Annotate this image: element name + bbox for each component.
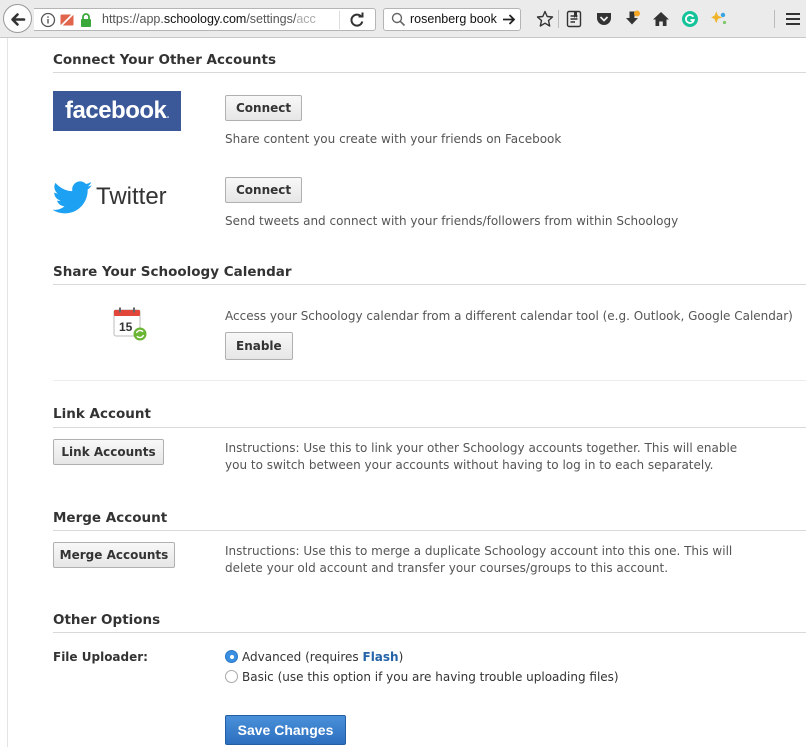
section-divider <box>53 72 806 73</box>
merge-account-title: Merge Account <box>53 510 168 526</box>
file-uploader-advanced-option[interactable]: Advanced (requires Flash) <box>225 650 403 664</box>
twitter-description: Send tweets and connect with your friend… <box>225 214 679 228</box>
blocked-plugin-icon[interactable] <box>59 12 75 28</box>
hamburger-menu-icon[interactable] <box>784 10 802 28</box>
search-go-arrow-icon[interactable] <box>502 12 516 27</box>
search-bar[interactable]: rosenberg book <box>383 8 521 31</box>
lock-icon[interactable] <box>79 12 93 28</box>
share-calendar-title: Share Your Schoology Calendar <box>53 264 292 280</box>
merge-account-instructions-line1: Instructions: Use this to merge a duplic… <box>225 544 733 558</box>
merge-account-instructions-line2: delete your old account and transfer you… <box>225 561 669 575</box>
twitter-bird-icon <box>53 181 93 214</box>
file-uploader-basic-option[interactable]: Basic (use this option if you are having… <box>225 670 619 684</box>
calendar-sync-icon: 15 <box>113 307 147 341</box>
calendar-description: Access your Schoology calendar from a di… <box>225 309 793 323</box>
search-icon <box>391 12 406 27</box>
twitter-logo: Twitter <box>53 180 183 216</box>
basic-option-label: Basic (use this option if you are having… <box>242 670 619 684</box>
file-uploader-label: File Uploader: <box>53 650 148 664</box>
home-icon[interactable] <box>652 10 670 28</box>
other-options-title: Other Options <box>53 612 161 628</box>
advanced-option-suffix: ) <box>398 650 404 664</box>
download-icon[interactable] <box>623 10 641 28</box>
reload-icon[interactable] <box>348 11 366 29</box>
pocket-icon[interactable] <box>595 10 613 28</box>
extension-sparkle-icon[interactable] <box>710 10 728 28</box>
browser-toolbar: https://app.schoology.com/settings/acc r… <box>0 0 806 38</box>
section-divider <box>53 632 806 633</box>
url-path: /settings/ <box>246 12 297 26</box>
bookmark-star-icon[interactable] <box>536 10 554 28</box>
url-host: schoology.com <box>163 12 247 26</box>
grammarly-icon[interactable] <box>681 10 699 28</box>
calendar-icon-day: 15 <box>119 320 133 334</box>
info-icon[interactable] <box>40 12 56 28</box>
connect-accounts-title: Connect Your Other Accounts <box>53 52 276 68</box>
link-account-instructions-line1: Instructions: Use this to link your othe… <box>225 441 738 455</box>
url-tail: acc <box>296 12 316 26</box>
link-accounts-button[interactable]: Link Accounts <box>53 439 164 465</box>
facebook-logo-text: facebook <box>65 97 167 124</box>
link-account-instructions-line2: you to switch between your accounts with… <box>225 458 714 472</box>
flash-link[interactable]: Flash <box>363 650 399 664</box>
back-arrow-icon <box>11 13 26 26</box>
save-changes-button[interactable]: Save Changes <box>225 715 346 745</box>
twitter-connect-button[interactable]: Connect <box>225 177 303 203</box>
toolbar-divider <box>558 10 559 28</box>
twitter-logo-text: Twitter <box>96 183 167 210</box>
reading-list-icon[interactable] <box>565 10 583 28</box>
merge-accounts-button[interactable]: Merge Accounts <box>53 542 175 568</box>
url-bar[interactable]: https://app.schoology.com/settings/acc <box>34 8 376 31</box>
section-divider <box>53 530 806 531</box>
search-input-value[interactable]: rosenberg book <box>410 12 497 26</box>
url-separator <box>339 11 340 29</box>
page-left-gutter <box>0 38 8 747</box>
section-divider <box>53 427 806 428</box>
advanced-radio[interactable] <box>225 650 238 663</box>
back-button[interactable] <box>3 4 32 33</box>
calendar-enable-button[interactable]: Enable <box>225 332 293 360</box>
section-divider <box>53 284 806 285</box>
facebook-logo: facebook. <box>53 91 181 131</box>
toolbar-divider <box>774 10 775 28</box>
url-host-prefix: https://app. <box>102 12 164 26</box>
facebook-description: Share content you create with your frien… <box>225 132 562 146</box>
link-account-title: Link Account <box>53 406 151 422</box>
url-text[interactable]: https://app.schoology.com/settings/acc <box>102 12 334 28</box>
basic-radio[interactable] <box>225 670 238 683</box>
facebook-connect-button[interactable]: Connect <box>225 95 303 121</box>
facebook-logo-dot: . <box>166 107 170 121</box>
section-divider <box>53 380 806 381</box>
advanced-option-prefix: Advanced (requires <box>242 650 363 664</box>
